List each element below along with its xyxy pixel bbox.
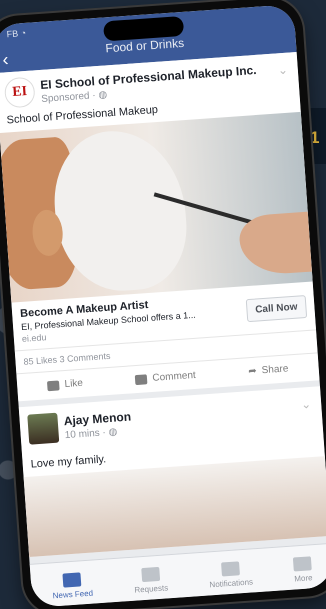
like-button[interactable]: Like: [47, 378, 83, 391]
sponsored-post-card: ⌄ EI EI School of Professional Makeup In…: [0, 52, 320, 402]
comment-label: Comment: [152, 369, 197, 384]
globe-icon: ◍: [98, 88, 108, 101]
post-meta: 10 mins · ◍: [64, 425, 132, 441]
like-label: Like: [64, 377, 84, 391]
phone-frame: FB ◔ ‹ Food or Drinks ⌄ EI EI School of …: [0, 0, 326, 609]
status-bar: FB ◔: [6, 28, 26, 39]
news-feed-icon: [62, 572, 82, 588]
tab-requests[interactable]: Requests: [133, 566, 169, 595]
chevron-down-icon[interactable]: ⌄: [277, 63, 288, 78]
carrier-label: FB: [6, 28, 19, 40]
ad-image[interactable]: [0, 111, 313, 303]
image-hand: [237, 210, 313, 277]
avatar[interactable]: [27, 412, 60, 445]
comment-button[interactable]: Comment: [135, 370, 196, 385]
wifi-icon: ◔: [20, 27, 27, 39]
comment-icon: [135, 373, 148, 385]
call-now-button[interactable]: Call Now: [245, 294, 308, 322]
tab-label: Requests: [134, 583, 169, 595]
post-time: 10 mins ·: [64, 426, 109, 441]
tab-label: Notifications: [209, 577, 254, 590]
phone-screen: FB ◔ ‹ Food or Drinks ⌄ EI EI School of …: [0, 4, 326, 608]
tab-more[interactable]: More: [292, 556, 313, 584]
ad-info: Become A Makeup Artist EI, Professional …: [20, 292, 248, 344]
share-label: Share: [261, 363, 289, 377]
tab-notifications[interactable]: Notifications: [208, 560, 253, 589]
page-logo[interactable]: EI: [3, 76, 36, 109]
globe-icon: [220, 561, 240, 577]
friend-post-card: ⌄ Ajay Menon 10 mins · ◍ Love my family.: [18, 386, 326, 557]
share-icon: ➦: [247, 365, 258, 378]
tab-label: More: [294, 573, 313, 584]
share-button[interactable]: ➦ Share: [248, 363, 289, 377]
friends-icon: [140, 566, 160, 583]
post-author-block: Ajay Menon 10 mins · ◍: [63, 409, 132, 441]
tab-label: News Feed: [52, 588, 94, 601]
tab-news-feed[interactable]: News Feed: [51, 572, 94, 601]
globe-icon: ◍: [108, 426, 118, 438]
thumbs-up-icon: [47, 379, 60, 391]
menu-icon: [292, 556, 312, 572]
chevron-down-icon[interactable]: ⌄: [301, 397, 312, 412]
